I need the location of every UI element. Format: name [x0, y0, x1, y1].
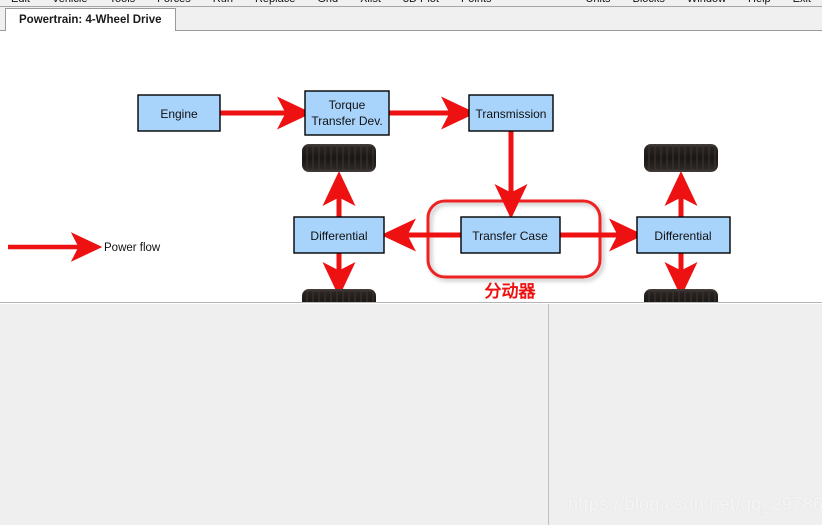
block-torque-transfer-label-line1: Torque — [329, 98, 366, 112]
menu-item-edit[interactable]: Edit — [0, 0, 41, 5]
application-window: Edit Vehicle Tools Forces Run Replace Gr… — [0, 0, 822, 525]
block-differential-right-label: Differential — [654, 229, 711, 243]
menu-item-3dplot[interactable]: 3D Plot — [392, 0, 450, 5]
menu-item-blocks[interactable]: Blocks — [622, 0, 676, 5]
block-transmission-label: Transmission — [476, 107, 547, 121]
block-differential-left[interactable]: Differential — [293, 216, 385, 254]
power-flow-legend: Power flow — [8, 232, 161, 262]
menu-item-window[interactable]: Window — [676, 0, 737, 5]
block-differential-left-label: Differential — [310, 229, 367, 243]
menu-item-help[interactable]: Help — [737, 0, 782, 5]
menu-item-points[interactable]: Points — [450, 0, 503, 5]
powertrain-diagram-canvas: Engine Torque Transfer Dev. Transmission… — [0, 31, 822, 303]
block-transmission[interactable]: Transmission — [468, 94, 554, 132]
panel-vertical-divider — [548, 304, 549, 525]
tire-rear-right — [644, 289, 718, 302]
block-transfer-case-label: Transfer Case — [472, 229, 548, 243]
block-differential-right[interactable]: Differential — [636, 216, 731, 254]
block-torque-transfer-device[interactable]: Torque Transfer Dev. — [304, 90, 390, 136]
tab-strip: Powertrain: 4-Wheel Drive — [0, 7, 822, 32]
menu-item-tools[interactable]: Tools — [98, 0, 146, 5]
tab-powertrain-4-wheel-drive[interactable]: Powertrain: 4-Wheel Drive — [5, 8, 176, 32]
block-engine[interactable]: Engine — [137, 94, 221, 132]
block-torque-transfer-label-line2: Transfer Dev. — [311, 114, 382, 128]
menu-item-exit[interactable]: Exit — [782, 0, 822, 5]
block-transfer-case[interactable]: Transfer Case — [460, 216, 561, 254]
settings-panel: Internal engine model 150 kW Engine Inte… — [0, 304, 822, 525]
menu-item-replace[interactable]: Replace — [244, 0, 306, 5]
menu-item-run[interactable]: Run — [202, 0, 244, 5]
menu-item-units[interactable]: Units — [574, 0, 621, 5]
transfer-case-annotation-cn: 分动器 — [485, 282, 537, 302]
tab-label: Powertrain: 4-Wheel Drive — [19, 14, 162, 26]
powertrain-diagram-svg: Engine Torque Transfer Dev. Transmission… — [8, 90, 731, 302]
menu-item-xlist[interactable]: Xlist — [349, 0, 392, 5]
menu-item-vehicle[interactable]: Vehicle — [41, 0, 98, 5]
power-flow-legend-label: Power flow — [104, 242, 161, 254]
menu-bar: Edit Vehicle Tools Forces Run Replace Gr… — [0, 0, 822, 7]
tire-front-right — [644, 144, 718, 172]
menu-item-forces[interactable]: Forces — [146, 0, 202, 5]
tire-front-left — [302, 144, 376, 172]
block-engine-label: Engine — [160, 107, 198, 121]
menu-item-grid[interactable]: Grid — [306, 0, 349, 5]
tire-rear-left — [302, 289, 376, 302]
